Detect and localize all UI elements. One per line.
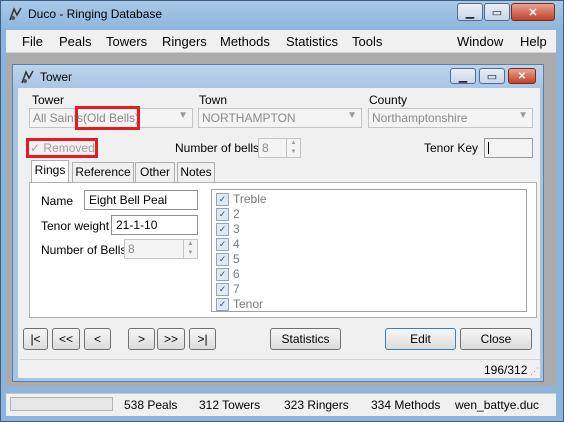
- divider: [20, 359, 540, 360]
- chevron-down-icon: ▼: [347, 110, 357, 121]
- checkbox-checked-icon: ✓: [216, 208, 229, 222]
- bell-label: 6: [233, 267, 240, 281]
- tab-notes[interactable]: Notes: [177, 162, 215, 182]
- bell-label: 4: [233, 237, 240, 251]
- menu-tools[interactable]: Tools: [352, 34, 382, 49]
- close-window-button[interactable]: ✕: [511, 3, 555, 21]
- menu-statistics[interactable]: Statistics: [286, 34, 338, 49]
- town-value: NORTHAMPTON: [202, 111, 296, 125]
- menu-bar: File Peals Towers Ringers Methods Statis…: [6, 30, 556, 53]
- tab-reference[interactable]: Reference: [72, 162, 134, 182]
- menu-peals[interactable]: Peals: [59, 34, 92, 49]
- first-record-button[interactable]: |<: [23, 328, 48, 350]
- progress-bar: [10, 397, 113, 411]
- last-record-button[interactable]: >|: [189, 328, 216, 350]
- tower-window-icon[interactable]: [20, 69, 36, 85]
- county-value: Northamptonshire: [372, 111, 468, 125]
- bell-label: Tenor: [233, 297, 264, 311]
- back-fast-button[interactable]: <<: [52, 328, 80, 350]
- highlight-box: [75, 106, 140, 130]
- maximize-button[interactable]: ▭: [484, 3, 510, 21]
- town-label: Town: [199, 93, 228, 107]
- tenor-weight-field[interactable]: 21-1-10: [111, 215, 198, 235]
- status-peals: 538 Peals: [124, 398, 178, 412]
- ring-name-field[interactable]: Eight Bell Peal: [84, 190, 198, 210]
- bell-item[interactable]: ✓ 2: [216, 207, 240, 222]
- status-ringers: 323 Ringers: [284, 398, 349, 412]
- status-towers: 312 Towers: [199, 398, 261, 412]
- status-file: wen_battye.duc: [455, 398, 540, 412]
- bell-item[interactable]: ✓ 3: [216, 222, 240, 237]
- tenor-key-label: Tenor Key: [424, 141, 479, 155]
- town-combo[interactable]: NORTHAMPTON ▼: [198, 108, 362, 128]
- tower-label: Tower: [32, 93, 65, 107]
- menu-methods[interactable]: Methods: [220, 34, 270, 49]
- checkbox-checked-icon: ✓: [216, 238, 229, 252]
- spin-up-icon[interactable]: ▲: [183, 240, 197, 249]
- checkbox-checked-icon: ✓: [216, 298, 229, 312]
- county-combo[interactable]: Northamptonshire ▼: [368, 108, 533, 128]
- tab-rings[interactable]: Rings: [31, 160, 69, 182]
- menu-window[interactable]: Window: [457, 34, 503, 49]
- ring-bells-stepper[interactable]: 8 ▲ ▼: [124, 239, 198, 259]
- bell-item[interactable]: ✓ 4: [216, 237, 240, 252]
- ring-bells-label: Number of Bells: [41, 243, 127, 257]
- bell-label: 5: [233, 252, 240, 266]
- number-of-bells-label: Number of bells: [175, 141, 260, 155]
- child-maximize-button[interactable]: ▭: [479, 68, 505, 84]
- menu-towers[interactable]: Towers: [106, 34, 147, 49]
- next-record-button[interactable]: >: [128, 328, 155, 350]
- checkbox-checked-icon: ✓: [216, 268, 229, 282]
- checkbox-checked-icon: ✓: [216, 193, 229, 207]
- status-methods: 334 Methods: [371, 398, 441, 412]
- bell-checklist: [211, 189, 527, 312]
- bell-item[interactable]: ✓ 6: [216, 267, 240, 282]
- app-title: Duco - Ringing Database: [28, 7, 163, 21]
- ring-bells-value: 8: [128, 242, 135, 256]
- resize-grip-icon[interactable]: ⋰: [530, 366, 539, 377]
- menu-file[interactable]: File: [22, 34, 43, 49]
- spin-up-icon[interactable]: ▲: [286, 139, 300, 148]
- edit-button[interactable]: Edit: [385, 328, 456, 350]
- ring-name-label: Name: [41, 194, 74, 208]
- bell-label: Treble: [233, 192, 267, 206]
- chevron-down-icon: ▼: [178, 110, 188, 121]
- checkbox-checked-icon: ✓: [216, 223, 229, 237]
- bell-item[interactable]: ✓ 7: [216, 282, 240, 297]
- bell-item[interactable]: ✓ Tenor: [216, 297, 264, 312]
- previous-record-button[interactable]: <: [84, 328, 111, 350]
- child-minimize-button[interactable]: ▁: [450, 68, 476, 84]
- menu-help[interactable]: Help: [520, 34, 547, 49]
- minimize-button[interactable]: ▁: [457, 3, 483, 21]
- child-close-button[interactable]: ✕: [508, 68, 536, 84]
- forward-fast-button[interactable]: >>: [157, 328, 185, 350]
- chevron-down-icon: ▼: [518, 110, 528, 121]
- tab-other[interactable]: Other: [135, 162, 175, 182]
- close-button[interactable]: Close: [460, 328, 532, 350]
- bell-label: 2: [233, 207, 240, 221]
- tenor-key-field[interactable]: [484, 138, 533, 158]
- bell-label: 7: [233, 282, 240, 296]
- bell-item[interactable]: ✓ 5: [216, 252, 240, 267]
- app-icon[interactable]: [8, 6, 24, 22]
- statistics-button[interactable]: Statistics: [270, 328, 341, 350]
- record-position: 196/312: [484, 363, 528, 377]
- tower-window-title: Tower: [40, 70, 73, 84]
- spin-down-icon[interactable]: ▼: [286, 148, 300, 157]
- spin-down-icon[interactable]: ▼: [183, 249, 197, 258]
- bell-label: 3: [233, 222, 240, 236]
- county-label: County: [369, 93, 408, 107]
- text-cursor: [488, 142, 489, 154]
- checkbox-checked-icon: ✓: [216, 253, 229, 267]
- bell-item[interactable]: ✓ Treble: [216, 192, 267, 207]
- tenor-weight-label: Tenor weight: [41, 219, 110, 233]
- highlight-box: [26, 138, 98, 158]
- checkbox-checked-icon: ✓: [216, 283, 229, 297]
- menu-ringers[interactable]: Ringers: [162, 34, 207, 49]
- number-of-bells-stepper[interactable]: 8 ▲ ▼: [258, 138, 301, 158]
- number-of-bells-value: 8: [262, 141, 269, 155]
